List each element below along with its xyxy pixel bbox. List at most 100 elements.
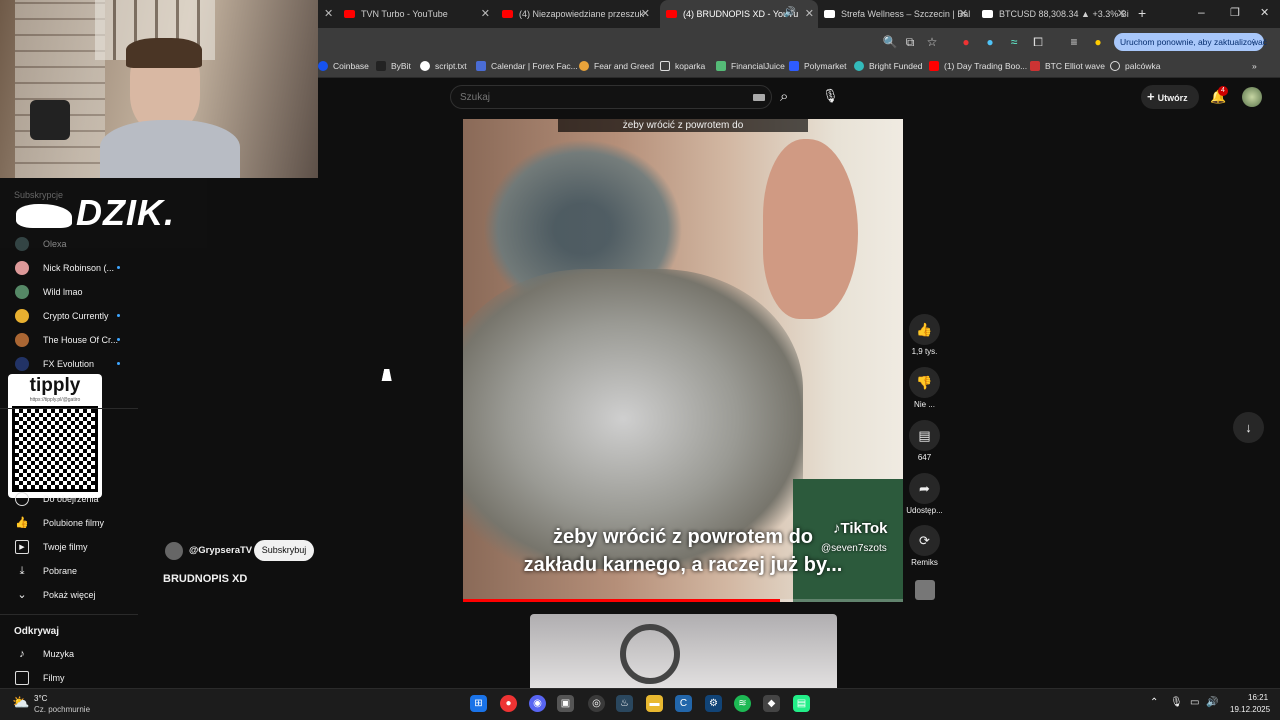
comments-button[interactable]: ▤	[909, 420, 940, 451]
sidebar-item-downloads[interactable]: ⤓ Pobrane	[0, 559, 138, 583]
like-button[interactable]: 👍	[909, 314, 940, 345]
sidebar-sub-wild-lmao[interactable]: Wild lmao	[0, 280, 138, 304]
dislike-button[interactable]: 👎	[909, 367, 940, 398]
sidebar-sub-fx-evolution[interactable]: FX Evolution	[0, 352, 138, 376]
capture-icon[interactable]: ▣	[557, 695, 574, 712]
close-icon[interactable]: ✕	[1117, 7, 1126, 20]
sidebar-item-show-more[interactable]: ⌄ Pokaż więcej	[0, 583, 138, 607]
extension-trading-icon[interactable]: ≈	[1006, 34, 1022, 50]
media-controls-icon[interactable]: ≡	[1066, 34, 1082, 50]
network-icon[interactable]: ▭	[1190, 697, 1199, 708]
share-button[interactable]: ➦	[909, 473, 940, 504]
restore-icon[interactable]: ❐	[1230, 6, 1240, 19]
weather-desc: Cz. pochmurnie	[34, 705, 91, 714]
sidebar-sub-crypto-currently[interactable]: Crypto Currently	[0, 304, 138, 328]
notepad-icon[interactable]: ▤	[793, 695, 810, 712]
sound-thumbnail[interactable]	[915, 580, 935, 600]
bookmark-bright-funded[interactable]: Bright Funded	[854, 61, 922, 71]
steam-icon[interactable]: ♨	[616, 695, 633, 712]
sidebar-sub-house-of-crypto[interactable]: The House Of Cr...	[0, 328, 138, 352]
ccleaner-icon[interactable]: C	[675, 695, 692, 712]
bookmark-day-trading[interactable]: (1) Day Trading Boo...	[929, 61, 1027, 71]
next-short-preview[interactable]	[530, 614, 837, 688]
progress-fill	[463, 599, 780, 602]
speaker-icon[interactable]: 🔊	[784, 7, 796, 18]
taskbar	[0, 688, 1280, 720]
progress-track[interactable]	[463, 599, 903, 602]
extensions-icon[interactable]: ⧠	[1030, 34, 1046, 50]
bookmark-coinbase[interactable]: Coinbase	[318, 61, 369, 71]
financialjuice-icon	[716, 61, 726, 71]
tab-niezapowiedziane[interactable]: (4) Niezapowiedziane przeszuk ✕	[502, 0, 654, 28]
tab-tvn-turbo[interactable]: TVN Turbo - YouTube ✕	[344, 0, 494, 28]
close-icon[interactable]: ✕	[481, 7, 490, 20]
clock-date[interactable]: 19.12.2025	[1230, 705, 1270, 714]
create-button[interactable]: + Utwórz	[1141, 85, 1199, 109]
bookmark-label: BTC Elliot wave	[1045, 61, 1105, 71]
close-icon[interactable]: ✕	[324, 7, 333, 20]
short-video-player[interactable]: żeby wrócić z powrotem do żeby wrócić z …	[463, 119, 903, 602]
next-short-button[interactable]: ↓	[1233, 412, 1264, 443]
sidebar-sub-olexa[interactable]: Olexa	[0, 232, 138, 256]
volume-icon[interactable]: 🔊	[1206, 697, 1218, 708]
close-icon[interactable]: ✕	[805, 7, 814, 20]
bookmark-financialjuice[interactable]: FinancialJuice	[716, 61, 785, 71]
weather-icon[interactable]: ⛅	[12, 694, 29, 711]
bookmark-script[interactable]: script.txt	[420, 61, 467, 71]
clock-time[interactable]: 16:21	[1248, 693, 1268, 702]
bookmark-btc-elliot[interactable]: BTC Elliot wave	[1030, 61, 1105, 71]
zoom-icon[interactable]: 🔍	[882, 34, 898, 50]
share-icon: ➦	[919, 481, 930, 496]
bookmark-polymarket[interactable]: Polymarket	[789, 61, 847, 71]
start-icon[interactable]: ⊞	[470, 695, 487, 712]
remix-button[interactable]: ⟳	[909, 525, 940, 556]
subscribe-button[interactable]: Subskrybuj	[254, 540, 314, 561]
close-icon[interactable]: ✕	[959, 7, 968, 20]
chrome-icon[interactable]: ●	[500, 695, 517, 712]
profile-icon[interactable]: ●	[1090, 34, 1106, 50]
network-app-icon[interactable]: ⚙	[705, 695, 722, 712]
avatar[interactable]	[1242, 87, 1262, 107]
discord-icon[interactable]: ◉	[529, 695, 546, 712]
app-icon[interactable]: ◎	[588, 695, 605, 712]
install-icon[interactable]: ⧉	[902, 34, 918, 50]
star-icon[interactable]: ☆	[924, 34, 940, 50]
microphone-icon[interactable]: 🎙	[822, 88, 839, 104]
bookmark-koparka[interactable]: koparka	[660, 61, 705, 71]
sidebar-item-your-videos[interactable]: ▶ Twoje filmy	[0, 535, 138, 559]
bookmarks-more-icon[interactable]: »	[1252, 61, 1257, 71]
bookmark-calendar[interactable]: Calendar | Forex Fac...	[476, 61, 578, 71]
sidebar-item-liked[interactable]: 👍 Polubione filmy	[0, 511, 138, 535]
channel-name[interactable]: @GrypseraTV	[189, 545, 252, 556]
minimize-icon[interactable]: –	[1198, 5, 1205, 19]
comment-icon: ▤	[918, 428, 931, 443]
bookmark-palcowka[interactable]: palcówka	[1110, 61, 1160, 71]
tab-brudnopis[interactable]: (4) BRUDNOPIS XD - YouTu 🔊 ✕	[660, 0, 818, 28]
sidebar-item-music[interactable]: ♪ Muzyka	[0, 642, 138, 666]
channel-avatar[interactable]	[165, 542, 183, 560]
update-button[interactable]: Uruchom ponownie, aby zaktualizować ⋮	[1114, 33, 1267, 51]
dzik-logo-text: DZIK.	[76, 192, 175, 233]
sidebar-sub-nick-robinson[interactable]: Nick Robinson (...	[0, 256, 138, 280]
keyboard-icon[interactable]	[753, 94, 765, 101]
globe-icon	[1110, 61, 1120, 71]
sidebar-item-movies[interactable]: Filmy	[0, 666, 138, 690]
thumbs-down-icon: 👎	[916, 375, 933, 390]
search-icon[interactable]: ⌕	[780, 88, 788, 105]
search-input[interactable]	[451, 86, 731, 108]
spotify-icon[interactable]: ≋	[734, 695, 751, 712]
extension-blue-icon[interactable]: ●	[982, 34, 998, 50]
close-window-icon[interactable]: ✕	[1260, 6, 1269, 19]
microphone-tray-icon[interactable]: 🎙	[1170, 697, 1183, 708]
media-app-icon[interactable]: ◆	[763, 695, 780, 712]
tab-strefa-wellness[interactable]: Strefa Wellness – Szczecin | Bal ✕	[824, 0, 972, 28]
extension-red-icon[interactable]: ●	[958, 34, 974, 50]
folder-icon[interactable]: ▬	[646, 695, 663, 712]
tab-btcusd[interactable]: BTCUSD 88,308.34 ▲ +3.3% Bi ✕	[982, 0, 1130, 28]
new-tab-icon[interactable]: +	[1138, 5, 1146, 21]
bookmark-bybit[interactable]: ByBit	[376, 61, 411, 71]
close-icon[interactable]: ✕	[641, 7, 650, 20]
chevron-up-icon[interactable]: ⌃	[1150, 697, 1158, 708]
bookmark-fear-greed[interactable]: Fear and Greed	[579, 61, 654, 71]
sidebar-item-watch-later[interactable]: Do obejrzenia	[0, 487, 138, 511]
